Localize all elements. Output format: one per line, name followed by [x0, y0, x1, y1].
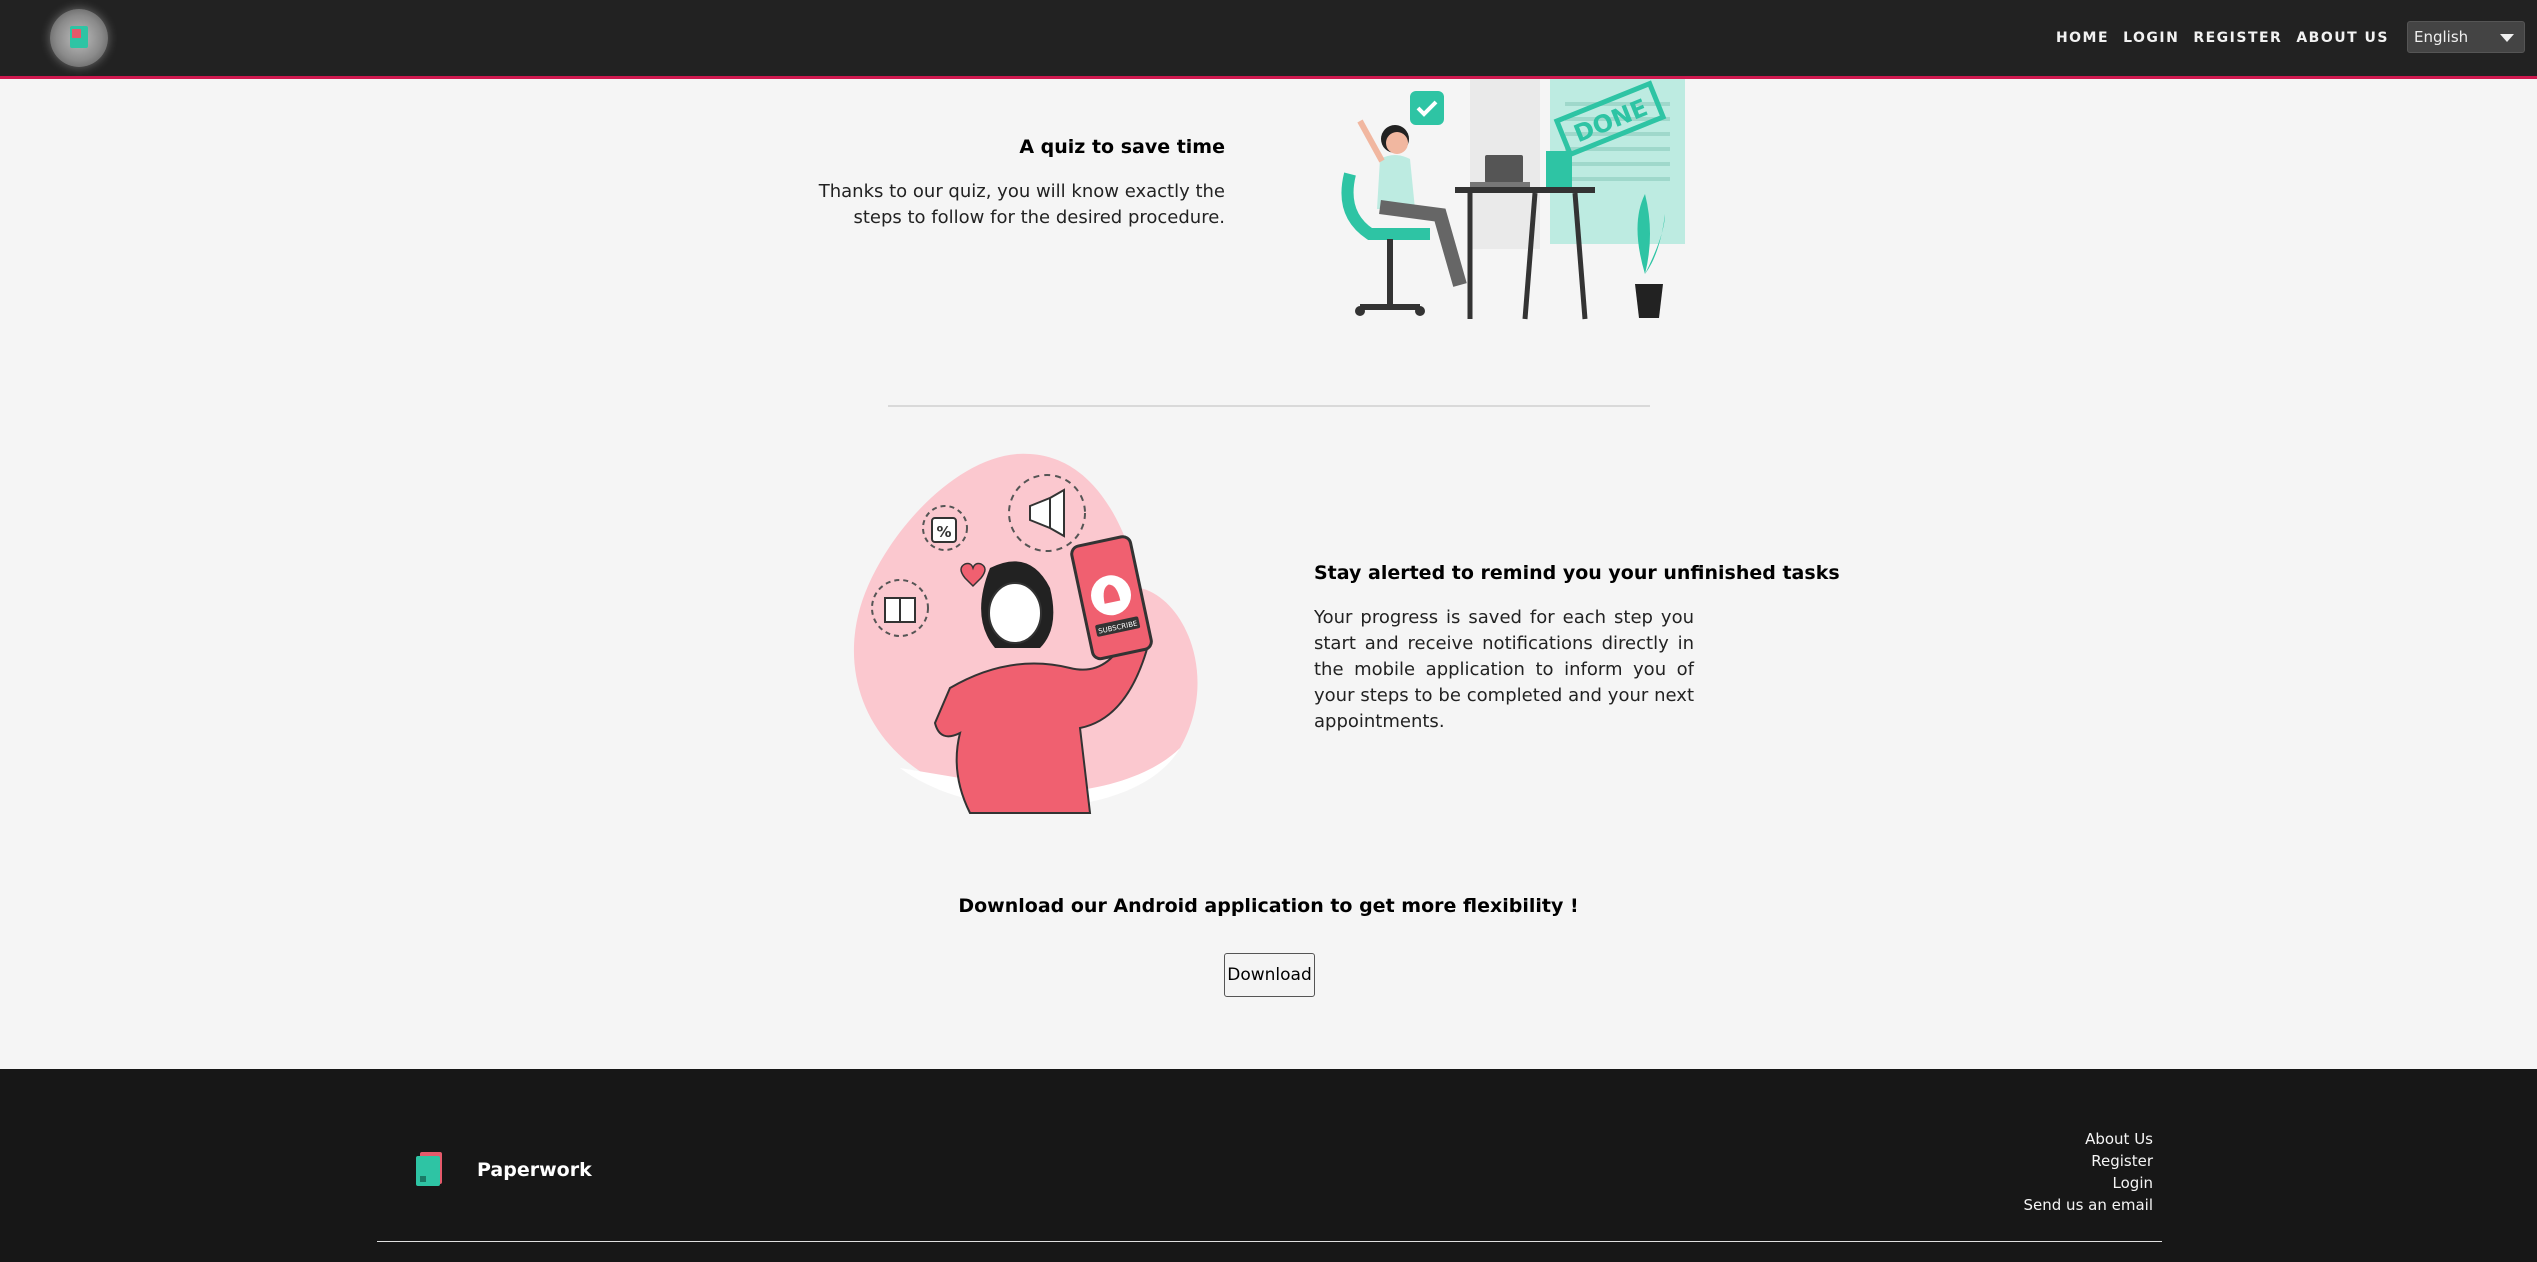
footer-login-link[interactable]: Login [2024, 1172, 2153, 1194]
paperwork-logo-icon[interactable] [414, 1150, 446, 1188]
section-quiz-title: A quiz to save time [1019, 136, 1225, 158]
section-divider [888, 405, 1650, 407]
nav-register-link[interactable]: REGISTER [2193, 30, 2282, 46]
nav-home-link[interactable]: HOME [2056, 30, 2109, 46]
footer-register-link[interactable]: Register [2024, 1150, 2153, 1172]
language-select[interactable]: English [2407, 21, 2525, 53]
section-alerts-title: Stay alerted to remind you your unfinish… [1314, 562, 1840, 584]
notification-illustration: % SUBSCRIBE [853, 453, 1198, 814]
logo-icon[interactable] [50, 9, 108, 67]
section-quiz-text: Thanks to our quiz, you will know exactl… [818, 181, 1225, 228]
chevron-down-icon [2500, 34, 2514, 42]
section-alerts-text: Your progress is saved for each step you… [1314, 607, 1694, 732]
top-navbar: HOME LOGIN REGISTER ABOUT US English [0, 0, 2537, 79]
nav-about-link[interactable]: ABOUT US [2296, 30, 2389, 46]
footer: Paperwork About Us Register Login Send u… [0, 1069, 2537, 1262]
language-value: English [2414, 28, 2469, 46]
main-nav: HOME LOGIN REGISTER ABOUT US [2056, 30, 2389, 46]
footer-divider [377, 1241, 2162, 1242]
download-button[interactable]: Download [1224, 953, 1315, 997]
download-cta-text: Download our Android application to get … [958, 895, 1579, 917]
footer-email-link[interactable]: Send us an email [2024, 1194, 2153, 1216]
footer-brand-name: Paperwork [477, 1159, 592, 1181]
nav-login-link[interactable]: LOGIN [2123, 30, 2179, 46]
quiz-illustration: DONE [1341, 79, 1685, 320]
footer-links: About Us Register Login Send us an email [2024, 1128, 2153, 1216]
footer-about-link[interactable]: About Us [2024, 1128, 2153, 1150]
percent-tag-label: % [936, 523, 951, 541]
